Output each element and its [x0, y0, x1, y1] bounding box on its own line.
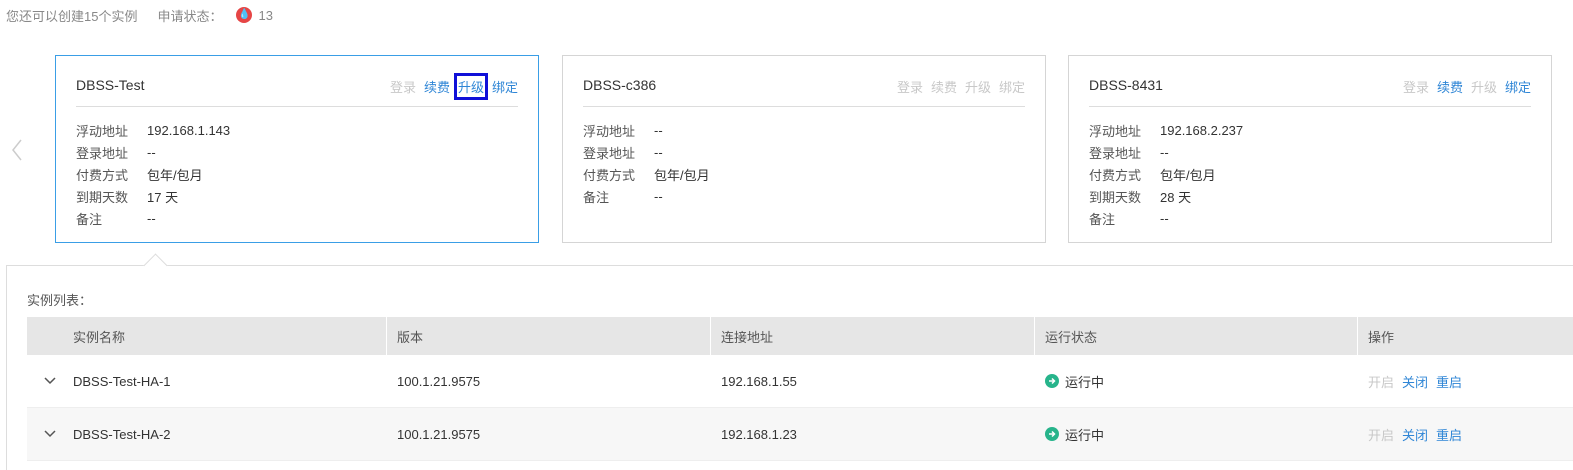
table-header: 实例名称 版本 连接地址 运行状态 操作: [27, 317, 1573, 355]
field-label: 付费方式: [1089, 167, 1142, 183]
bind-button[interactable]: 绑定: [999, 77, 1025, 96]
card-header: DBSS-8431 登录 续费 升级 绑定: [1089, 73, 1531, 107]
apply-status-count[interactable]: 13: [258, 8, 272, 23]
field-value: --: [1160, 210, 1169, 226]
remaining-quota-text: 您还可以创建15个实例: [6, 8, 138, 24]
status-text: 运行中: [1065, 427, 1105, 443]
field-label: 浮动地址: [1089, 123, 1142, 139]
card-details: 浮动地址 192.168.1.143 登录地址 -- 付费方式 包年/包月 到期天数 1…: [76, 119, 230, 229]
upgrade-button[interactable]: 升级: [1471, 77, 1497, 96]
instance-name: DBSS-Test-HA-2: [73, 426, 171, 442]
field-value: --: [1160, 144, 1169, 160]
restart-button[interactable]: 重启: [1436, 372, 1462, 391]
field-label: 备注: [76, 211, 103, 227]
instance-name: DBSS-Test-HA-1: [73, 373, 171, 389]
field-value: --: [147, 210, 156, 226]
renew-button[interactable]: 续费: [931, 77, 957, 96]
field-label: 付费方式: [583, 167, 636, 183]
field-label: 到期天数: [1089, 189, 1142, 205]
field-label: 登录地址: [1089, 145, 1142, 161]
field-value: 17 天: [147, 189, 179, 205]
apply-status-label: 申请状态：: [157, 8, 223, 24]
chevron-left-icon: [12, 139, 22, 161]
table-row: DBSS-Test-HA-1 100.1.21.9575 192.168.1.5…: [27, 355, 1573, 408]
card-actions: 登录 续费 升级 绑定: [897, 77, 1025, 96]
status-text: 运行中: [1065, 374, 1105, 390]
instance-version: 100.1.21.9575: [397, 373, 481, 389]
instance-table: 实例名称 版本 连接地址 运行状态 操作 DBSS-Test-HA-1 100.…: [27, 317, 1573, 461]
column-header-name: 实例名称: [27, 317, 387, 355]
instance-card[interactable]: DBSS-c386 登录 续费 升级 绑定 浮动地址 -- 登录地址 -- 付费方式…: [562, 55, 1046, 243]
restart-button[interactable]: 重启: [1436, 425, 1462, 444]
card-details: 浮动地址 -- 登录地址 -- 付费方式 包年/包月 备注 --: [583, 119, 710, 207]
expand-row-button[interactable]: [27, 430, 73, 438]
field-label: 登录地址: [583, 145, 636, 161]
chevron-down-icon: [44, 430, 56, 438]
card-actions: 登录 续费 升级 绑定: [1403, 77, 1531, 96]
start-button[interactable]: 开启: [1368, 372, 1394, 391]
login-button[interactable]: 登录: [390, 77, 416, 96]
card-header: DBSS-Test 登录 续费 升级 绑定: [76, 73, 518, 107]
chevron-down-icon: [44, 377, 56, 385]
card-title: DBSS-8431: [1089, 77, 1163, 93]
renew-button[interactable]: 续费: [1437, 77, 1463, 96]
field-value: --: [654, 188, 663, 204]
card-actions: 登录 续费 升级 绑定: [390, 73, 518, 100]
field-value: 包年/包月: [1160, 167, 1216, 183]
stop-button[interactable]: 关闭: [1402, 425, 1428, 444]
bind-button[interactable]: 绑定: [492, 77, 518, 96]
field-label: 浮动地址: [583, 123, 636, 139]
instance-list-panel: 实例列表： 实例名称 版本 连接地址 运行状态 操作 DBSS-Test-HA-…: [6, 265, 1573, 470]
instance-version: 100.1.21.9575: [397, 426, 481, 442]
instance-address: 192.168.1.23: [721, 426, 797, 442]
carousel-prev-button[interactable]: [6, 138, 28, 162]
column-header-version: 版本: [387, 317, 711, 355]
start-button[interactable]: 开启: [1368, 425, 1394, 444]
field-label: 登录地址: [76, 145, 129, 161]
upgrade-button[interactable]: 升级: [965, 77, 991, 96]
row-actions: 开启 关闭 重启: [1358, 355, 1573, 407]
field-value: 192.168.2.237: [1160, 122, 1244, 138]
card-title: DBSS-c386: [583, 77, 657, 93]
field-value: 包年/包月: [147, 167, 203, 183]
instance-status: 运行中: [1035, 408, 1358, 460]
column-header-address: 连接地址: [711, 317, 1035, 355]
renew-button[interactable]: 续费: [424, 77, 450, 96]
column-header-status: 运行状态: [1035, 317, 1358, 355]
upgrade-button[interactable]: 升级: [453, 73, 488, 100]
instance-card[interactable]: DBSS-Test 登录 续费 升级 绑定 浮动地址 192.168.1.143 …: [55, 55, 539, 243]
column-header-actions: 操作: [1368, 329, 1395, 345]
field-label: 备注: [1089, 211, 1116, 227]
field-label: 付费方式: [76, 167, 129, 183]
instance-address: 192.168.1.55: [721, 373, 797, 389]
table-row: DBSS-Test-HA-2 100.1.21.9575 192.168.1.2…: [27, 408, 1573, 461]
row-actions: 开启 关闭 重启: [1358, 408, 1573, 460]
field-value: --: [654, 144, 663, 160]
field-value: 包年/包月: [654, 167, 710, 183]
card-header: DBSS-c386 登录 续费 升级 绑定: [583, 73, 1025, 107]
bind-button[interactable]: 绑定: [1505, 77, 1531, 96]
expand-row-button[interactable]: [27, 377, 73, 385]
login-button[interactable]: 登录: [897, 77, 923, 96]
flame-icon[interactable]: 💧: [236, 7, 253, 23]
running-status-icon: [1045, 427, 1059, 441]
field-value: 28 天: [1160, 189, 1192, 205]
stop-button[interactable]: 关闭: [1402, 372, 1428, 391]
field-value: --: [147, 144, 156, 160]
field-value: --: [654, 122, 663, 138]
login-button[interactable]: 登录: [1403, 77, 1429, 96]
card-title: DBSS-Test: [76, 77, 145, 93]
field-label: 浮动地址: [76, 123, 129, 139]
top-info-bar: 您还可以创建15个实例 申请状态： 💧 13: [6, 6, 273, 24]
card-details: 浮动地址 192.168.2.237 登录地址 -- 付费方式 包年/包月 到期天数 2…: [1089, 119, 1243, 229]
field-value: 192.168.1.143: [147, 122, 231, 138]
instance-list-title: 实例列表：: [27, 293, 93, 308]
instance-card[interactable]: DBSS-8431 登录 续费 升级 绑定 浮动地址 192.168.2.237 …: [1068, 55, 1552, 243]
field-label: 备注: [583, 189, 610, 205]
running-status-icon: [1045, 374, 1059, 388]
instance-status: 运行中: [1035, 355, 1358, 407]
field-label: 到期天数: [76, 189, 129, 205]
